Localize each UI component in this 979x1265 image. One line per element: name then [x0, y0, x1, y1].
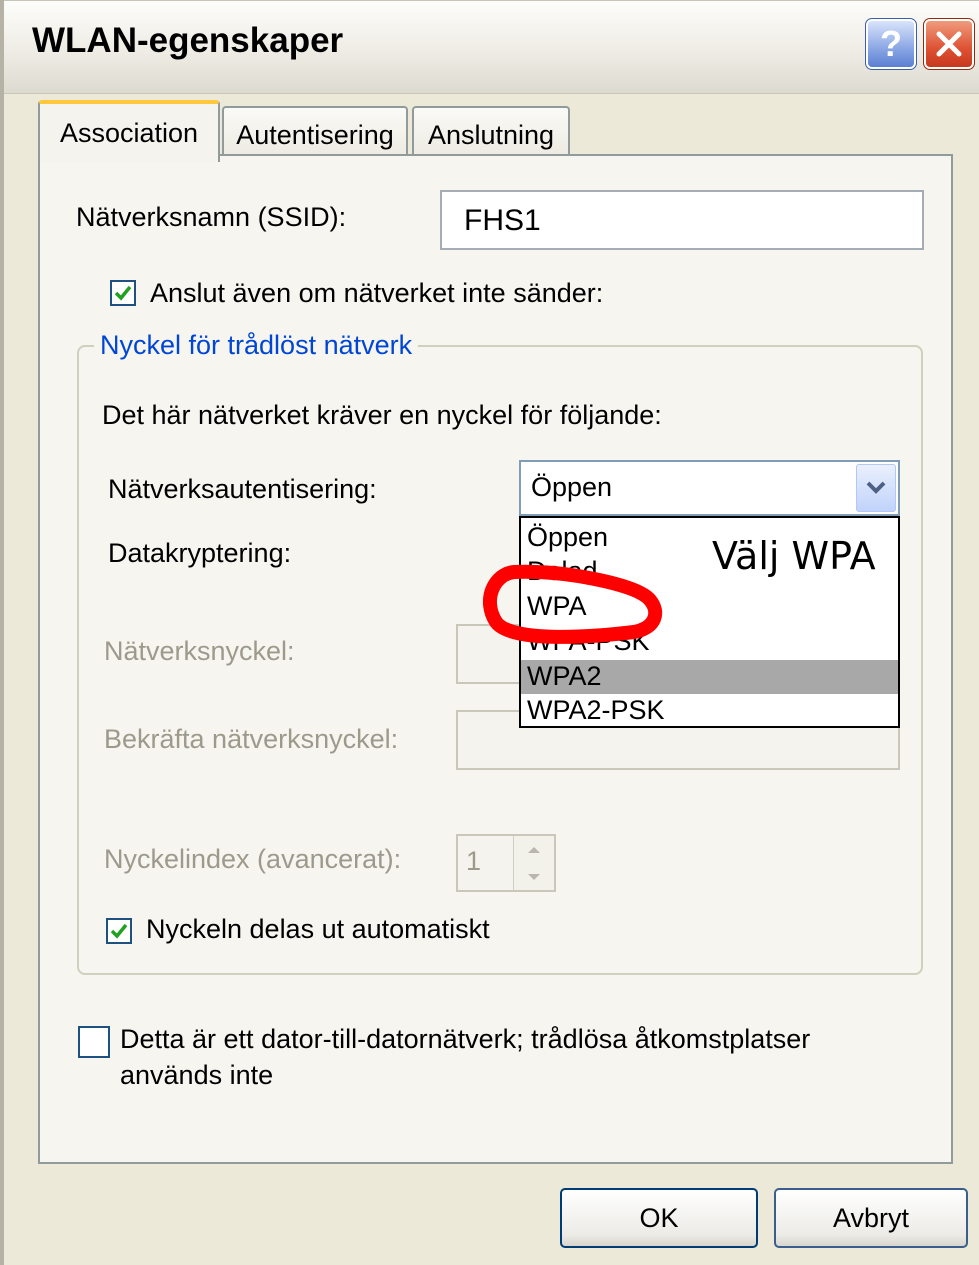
network-key-label: Nätverksnyckel:	[104, 636, 295, 666]
adhoc-label-line2: används inte	[120, 1060, 274, 1090]
stepper-down-button[interactable]	[514, 863, 554, 890]
ssid-value: FHS1	[464, 204, 541, 237]
annotation-text: Välj WPA	[712, 534, 876, 578]
option-wpa2-psk[interactable]: WPA2-PSK	[527, 695, 665, 726]
stepper-up-button[interactable]	[514, 836, 554, 863]
key-intro-text: Det här nätverket kräver en nyckel för f…	[102, 400, 662, 430]
adhoc-checkbox[interactable]	[78, 1026, 110, 1058]
option-wpa2[interactable]: WPA2	[527, 661, 602, 692]
groupbox-legend: Nyckel för trådlöst nätverk	[94, 330, 419, 361]
connect-hidden-checkbox[interactable]	[110, 280, 136, 306]
ssid-label: Nätverksnamn (SSID):	[76, 202, 347, 232]
auth-selected-value: Öppen	[531, 472, 613, 502]
checkmark-icon	[114, 285, 132, 301]
dialog-window: WLAN-egenskaper ? Association Autentiser…	[0, 0, 979, 1265]
auto-key-checkbox[interactable]	[106, 918, 132, 944]
panel-content: Nätverksnamn (SSID): FHS1 Anslut även om…	[4, 0, 979, 1265]
connect-hidden-label: Anslut även om nätverket inte sänder:	[150, 278, 604, 308]
dropdown-button[interactable]	[856, 464, 896, 512]
encryption-label: Datakryptering:	[108, 538, 292, 568]
stepper-buttons	[513, 836, 554, 890]
option-open[interactable]: Öppen	[527, 522, 608, 553]
arrow-down-icon	[528, 873, 540, 880]
ssid-input[interactable]: FHS1	[440, 190, 924, 250]
auto-key-label: Nyckeln delas ut automatiskt	[146, 914, 490, 944]
chevron-down-icon	[866, 481, 886, 494]
arrow-up-icon	[528, 846, 540, 853]
key-index-value: 1	[466, 846, 482, 876]
key-index-label: Nyckelindex (avancerat):	[104, 844, 402, 874]
key-index-stepper[interactable]: 1	[456, 834, 556, 892]
adhoc-label-line1: Detta är ett dator-till-datornätverk; tr…	[120, 1024, 811, 1054]
auth-label: Nätverksautentisering:	[108, 474, 377, 504]
red-circle-annotation	[483, 564, 663, 644]
confirm-key-label: Bekräfta nätverksnyckel:	[104, 724, 399, 754]
checkmark-icon	[110, 923, 128, 939]
auth-select[interactable]: Öppen	[519, 460, 900, 516]
